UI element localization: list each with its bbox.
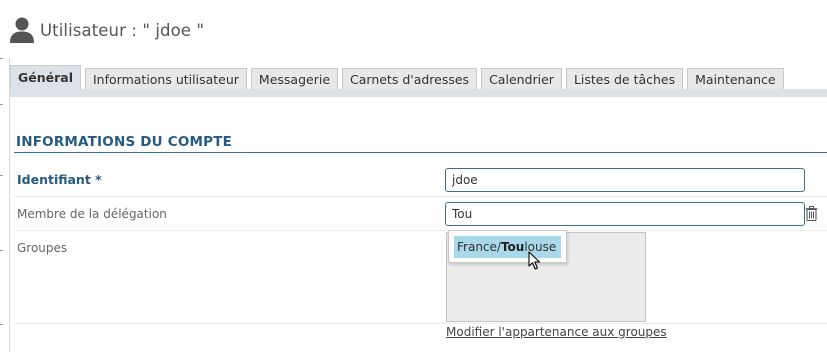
user-icon	[10, 17, 34, 43]
row-divider	[14, 230, 827, 231]
left-tick	[0, 104, 3, 105]
page-title: Utilisateur : " jdoe "	[40, 20, 205, 40]
tab-maintenance[interactable]: Maintenance	[687, 68, 784, 89]
tab-user-info[interactable]: Informations utilisateur	[85, 68, 247, 89]
tab-mail[interactable]: Messagerie	[250, 68, 339, 89]
autocomplete-dropdown: France/Tou louse	[448, 230, 567, 263]
tab-task-lists[interactable]: Listes de tâches	[565, 68, 684, 89]
trash-icon[interactable]	[805, 206, 818, 221]
left-tick	[0, 250, 3, 251]
login-input[interactable]	[445, 168, 805, 192]
delegation-label: Membre de la délégation	[17, 207, 167, 221]
row-divider	[14, 323, 827, 324]
tab-calendar[interactable]: Calendrier	[481, 68, 562, 89]
left-tick	[0, 324, 3, 325]
page-header: Utilisateur : " jdoe "	[8, 12, 204, 48]
tab-panel-strip	[10, 89, 827, 97]
modify-groups-link[interactable]: Modifier l'appartenance aux groupes	[446, 325, 667, 339]
row-divider	[14, 196, 827, 197]
login-label: Identifiant *	[17, 172, 102, 187]
autocomplete-option-prefix: France/	[457, 240, 501, 254]
mouse-pointer-icon	[528, 251, 541, 270]
left-border	[9, 58, 10, 352]
autocomplete-option[interactable]: France/Tou louse	[454, 236, 561, 258]
left-tick	[0, 58, 3, 59]
tab-bar: Général Informations utilisateur Message…	[10, 65, 827, 89]
delegation-input[interactable]	[445, 202, 805, 226]
section-divider	[14, 152, 827, 153]
section-title: INFORMATIONS DU COMPTE	[16, 134, 233, 150]
tab-general[interactable]: Général	[10, 65, 81, 89]
groups-label: Groupes	[17, 241, 68, 255]
tab-address-books[interactable]: Carnets d'adresses	[342, 68, 478, 89]
autocomplete-option-match: Tou	[500, 240, 525, 254]
left-tick	[0, 175, 3, 176]
